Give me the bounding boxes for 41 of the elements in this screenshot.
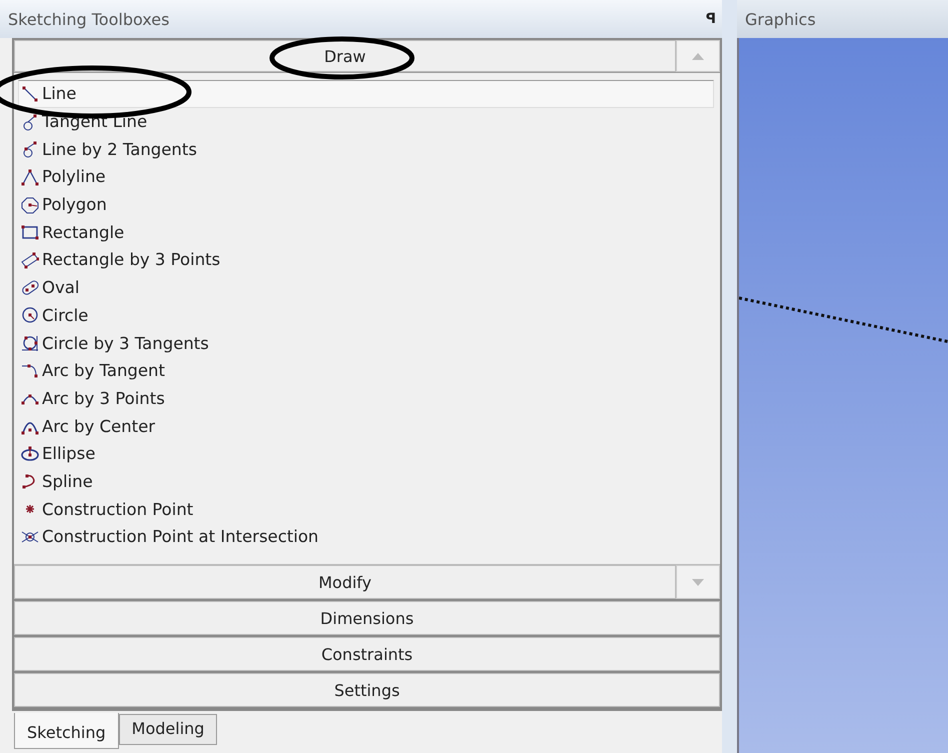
circle-icon — [21, 334, 39, 352]
tool-item[interactable]: Arc by Center — [18, 412, 714, 440]
polyline-icon — [21, 168, 39, 186]
scroll-up-button[interactable] — [676, 40, 720, 72]
ellipse-icon — [21, 444, 39, 463]
section-header[interactable]: Dimensions — [14, 601, 720, 635]
section-header[interactable]: Settings — [14, 673, 720, 707]
tangent-line-icon — [21, 140, 39, 158]
tab[interactable]: Sketching — [14, 713, 119, 749]
scroll-down-button[interactable] — [676, 565, 720, 599]
tab[interactable]: Modeling — [118, 714, 218, 745]
tool-item[interactable]: Circle — [18, 302, 714, 330]
tool-item[interactable]: Arc by Tangent — [18, 356, 714, 385]
tool-item[interactable]: Circle by 3 Tangents — [18, 329, 714, 357]
arc-icon — [21, 362, 39, 380]
caret-up-icon — [692, 52, 704, 60]
panel-title: Sketching Toolboxes — [8, 10, 170, 28]
section-header[interactable]: Modify — [14, 565, 676, 599]
tool-item[interactable]: Rectangle by 3 Points — [18, 246, 714, 274]
tool-item[interactable]: Polygon — [18, 190, 714, 218]
tool-item[interactable]: Polyline — [18, 163, 714, 191]
rectangle-icon — [21, 223, 39, 242]
tool-item[interactable]: Spline — [18, 468, 714, 496]
graphics-viewport[interactable] — [737, 38, 948, 753]
tool-item[interactable]: Ellipse — [18, 440, 714, 468]
tool-item[interactable]: Oval — [18, 274, 714, 302]
panel-title: Graphics — [745, 10, 816, 28]
tool-item[interactable]: Construction Point at Intersection — [18, 523, 714, 551]
tool-item[interactable]: Line — [18, 80, 714, 108]
tangent-line-icon — [21, 112, 39, 131]
tool-item[interactable]: Construction Point — [18, 495, 714, 523]
section-header[interactable]: Constraints — [14, 637, 720, 671]
pin-icon[interactable]: ꟼ — [706, 11, 716, 27]
circle-icon — [21, 306, 39, 324]
tool-item[interactable]: Rectangle — [18, 218, 714, 246]
section-header[interactable]: Draw — [14, 40, 676, 72]
polygon-icon — [21, 196, 39, 214]
caret-down-icon — [692, 578, 704, 586]
tool-item[interactable]: Arc by 3 Points — [18, 384, 714, 412]
tool-item[interactable]: Line by 2 Tangents — [18, 135, 714, 164]
line-segment-icon — [21, 84, 39, 103]
